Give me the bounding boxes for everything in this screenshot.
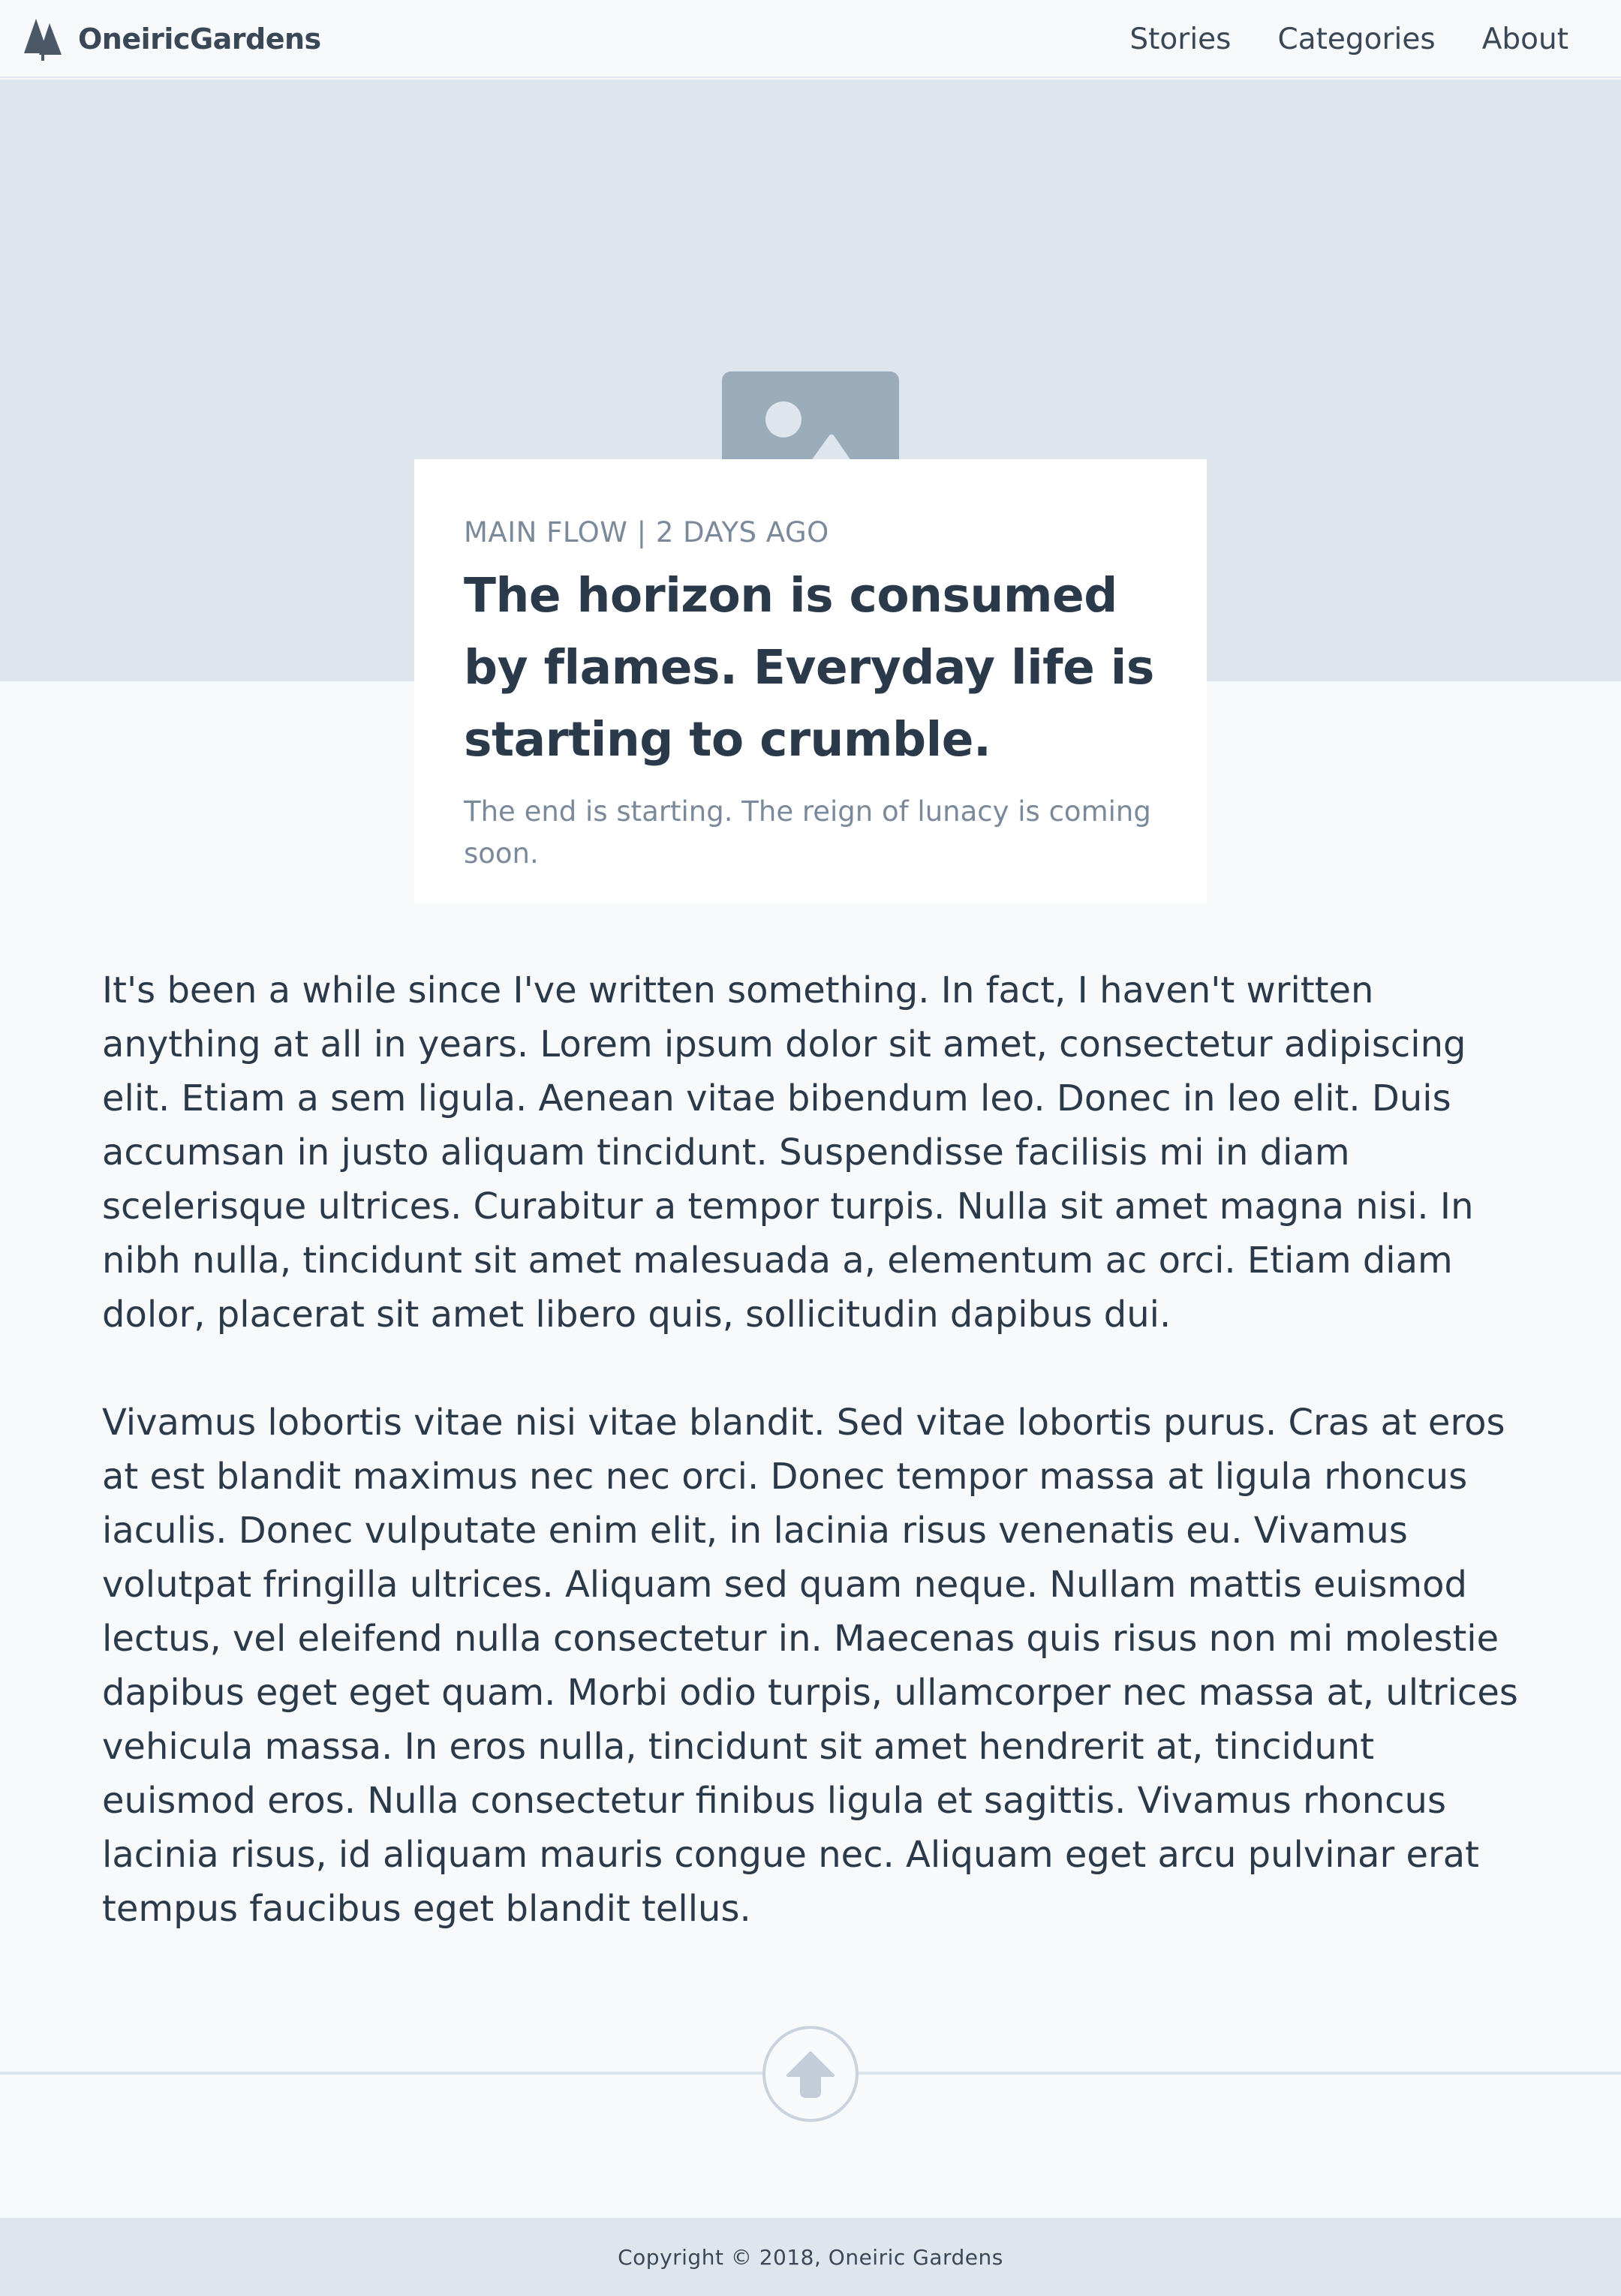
copyright-text: Copyright © 2018, Oneiric Gardens <box>618 2244 1003 2270</box>
arrow-up-icon <box>786 2051 835 2098</box>
nav-link-stories[interactable]: Stories <box>1129 23 1231 56</box>
nav-link-about[interactable]: About <box>1482 23 1568 56</box>
nav-links: Stories Categories About <box>1129 0 1568 78</box>
story-title: The horizon is consumed by flames. Every… <box>464 568 1154 768</box>
story-subtitle: The end is starting. The reign of lunacy… <box>464 795 1151 870</box>
top-navbar: OneiricGardens Stories Categories About <box>0 0 1621 78</box>
article-body: It's been a while since I've written som… <box>102 963 1520 1990</box>
story-meta: MAIN FLOW | 2 DAYS AGO <box>464 516 829 548</box>
back-to-top-button[interactable] <box>762 2026 859 2122</box>
brand-name: OneiricGardens <box>78 23 321 56</box>
nav-link-categories[interactable]: Categories <box>1277 23 1435 56</box>
story-header-card: MAIN FLOW | 2 DAYS AGO The horizon is co… <box>414 459 1207 903</box>
page-footer: Copyright © 2018, Oneiric Gardens <box>0 2218 1621 2296</box>
article-paragraph: It's been a while since I've written som… <box>102 969 1474 1336</box>
brand-home-link[interactable]: OneiricGardens <box>20 14 321 65</box>
article-paragraph: Vivamus lobortis vitae nisi vitae blandi… <box>102 1402 1518 1930</box>
pine-trees-icon <box>24 19 62 61</box>
